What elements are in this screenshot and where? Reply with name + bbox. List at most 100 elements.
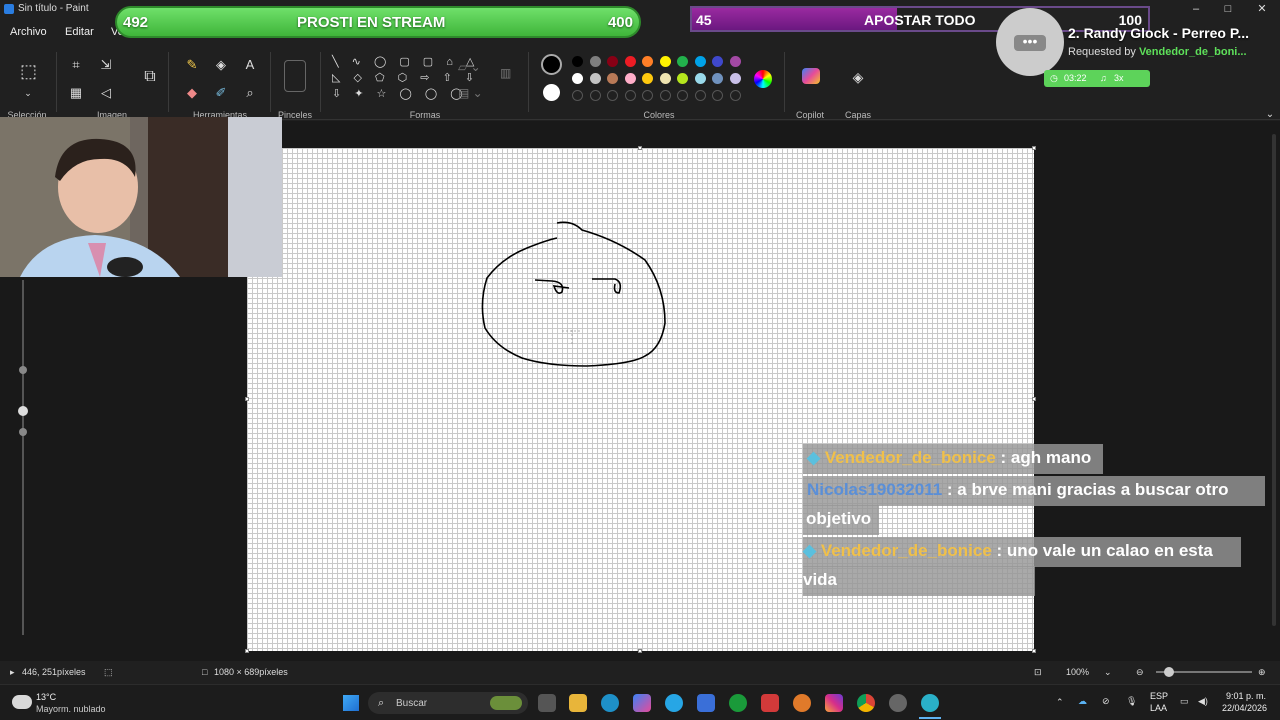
color-swatch[interactable] <box>624 56 636 67</box>
display-icon[interactable]: ▭ <box>1180 696 1189 707</box>
image-search-icon[interactable]: ⧉ <box>142 69 158 85</box>
resize-handle-right[interactable] <box>1032 397 1036 401</box>
volume-icon[interactable]: ◀) <box>1198 696 1208 707</box>
custom-color-slot[interactable] <box>572 90 583 101</box>
resize-handle-bottom-right[interactable] <box>1032 649 1036 653</box>
fit-screen-icon[interactable]: ⊡ <box>1034 667 1042 678</box>
custom-color-slot[interactable] <box>677 90 688 101</box>
shape-outline-icon[interactable]: ▱ ⌄ <box>458 60 481 74</box>
layers-icon[interactable]: ◈ <box>850 70 866 84</box>
shape-size-icon[interactable]: ▥ <box>500 66 511 80</box>
zoom-out-icon[interactable]: ⊖ <box>1136 667 1144 678</box>
zoom-in-icon[interactable]: ⊕ <box>1258 667 1266 678</box>
select-icon[interactable]: ⬚ <box>20 62 37 80</box>
language-code[interactable]: ESP <box>1150 691 1168 701</box>
resize-handle-bottom[interactable] <box>638 649 642 653</box>
color-swatch[interactable] <box>572 56 583 67</box>
color-swatch[interactable] <box>642 56 653 67</box>
color-swatch[interactable] <box>659 73 671 84</box>
clock-time[interactable]: 9:01 p. m. <box>1226 691 1266 701</box>
fill-icon[interactable]: ◈ <box>213 58 229 72</box>
magnifier-icon[interactable]: ⌕ <box>242 86 258 100</box>
chevron-down-icon[interactable]: ⌄ <box>1104 667 1112 678</box>
custom-color-slot[interactable] <box>729 90 741 101</box>
microphone-icon[interactable]: 🎙 <box>1126 696 1137 707</box>
rainbow-icon[interactable] <box>754 70 772 88</box>
color-swatch[interactable] <box>607 73 618 84</box>
color-swatch[interactable] <box>589 56 601 67</box>
obs-icon[interactable] <box>889 694 907 712</box>
divider <box>320 52 321 112</box>
rotate-icon[interactable]: ◁ <box>98 86 114 100</box>
chevron-down-icon[interactable]: ⌄ <box>20 86 36 100</box>
custom-color-slot[interactable] <box>589 90 601 101</box>
instagram-icon[interactable] <box>825 694 843 712</box>
network-off-icon[interactable]: ⊘ <box>1102 696 1110 707</box>
color-swatch[interactable] <box>589 73 601 84</box>
crop-icon[interactable]: ⌗ <box>68 58 84 72</box>
color-swatch[interactable] <box>729 56 741 67</box>
custom-color-slot[interactable] <box>624 90 636 101</box>
onedrive-icon[interactable]: ☁ <box>1078 696 1087 707</box>
chevron-up-icon[interactable]: ⌃ <box>1056 697 1064 708</box>
chat-separator: : <box>942 480 958 499</box>
search-box[interactable]: ⌕ Buscar <box>368 692 528 714</box>
file-explorer-icon[interactable] <box>569 694 587 712</box>
windows-start-icon[interactable] <box>343 695 359 711</box>
color-swatch[interactable] <box>642 73 653 84</box>
color-swatch[interactable] <box>712 56 723 67</box>
zoom-slider-thumb[interactable] <box>1164 667 1174 677</box>
menu-editar[interactable]: Editar <box>65 26 94 38</box>
brush-size-slider[interactable] <box>18 280 28 640</box>
task-view-icon[interactable] <box>538 694 556 712</box>
text-icon[interactable]: A <box>242 58 258 72</box>
slider-thumb[interactable] <box>19 366 27 374</box>
custom-color-slot[interactable] <box>694 90 706 101</box>
paint-taskbar-icon[interactable] <box>921 694 939 712</box>
clock-date[interactable]: 22/04/2026 <box>1222 703 1267 713</box>
edge-icon[interactable] <box>601 694 619 712</box>
resize-handle-left[interactable] <box>245 397 249 401</box>
winrar-icon[interactable] <box>761 694 779 712</box>
copilot-icon[interactable] <box>802 68 820 84</box>
color-swatch[interactable] <box>572 73 583 84</box>
color-swatch[interactable] <box>694 56 706 67</box>
resize-icon[interactable]: ⇲ <box>98 58 114 72</box>
color-swatch[interactable] <box>659 56 671 67</box>
color-swatch[interactable] <box>729 73 741 84</box>
color-swatch[interactable] <box>607 56 618 67</box>
brush-icon[interactable] <box>284 60 306 92</box>
color-picker-icon[interactable]: ✐ <box>213 86 229 100</box>
custom-color-slot[interactable] <box>712 90 723 101</box>
xbox-icon[interactable] <box>729 694 747 712</box>
copilot-taskbar-icon[interactable] <box>633 694 651 712</box>
shape-fill-icon[interactable]: ▤ ⌄ <box>458 86 483 100</box>
custom-color-slot[interactable] <box>659 90 671 101</box>
store-icon[interactable] <box>697 694 715 712</box>
secondary-color-swatch[interactable] <box>543 84 560 101</box>
custom-color-slot[interactable] <box>642 90 653 101</box>
image-bg-icon[interactable]: ▦ <box>68 86 84 100</box>
eraser-icon[interactable]: ◆ <box>184 86 200 100</box>
chevron-down-icon[interactable]: ⌄ <box>1262 108 1278 122</box>
zoom-level[interactable]: 100% <box>1066 667 1089 677</box>
app-icon[interactable] <box>793 694 811 712</box>
language-layout[interactable]: LAA <box>1150 703 1167 713</box>
chrome-icon[interactable] <box>857 694 875 712</box>
resize-handle-bottom-left[interactable] <box>245 649 249 653</box>
color-swatch[interactable] <box>694 73 706 84</box>
telegram-icon[interactable] <box>665 694 683 712</box>
pencil-icon[interactable]: ✎ <box>184 58 200 72</box>
primary-color-swatch[interactable] <box>541 54 562 75</box>
color-swatch[interactable] <box>712 73 723 84</box>
custom-color-slot[interactable] <box>607 90 618 101</box>
color-swatch[interactable] <box>624 73 636 84</box>
color-swatch[interactable] <box>677 56 688 67</box>
slider-thumb[interactable] <box>19 428 27 436</box>
resize-handle-top[interactable] <box>638 146 642 150</box>
menu-archivo[interactable]: Archivo <box>10 26 47 38</box>
shapes-gallery[interactable]: ╲ ∿ ◯ ▢ ▢ ⌂ △ ◺ ◇ ⬠ ⬡ ⇨ ⇧ ⇩ ⇩ ✦ ☆ ◯ ◯ ◯ <box>332 54 474 110</box>
resize-handle-top-right[interactable] <box>1032 146 1036 150</box>
weather-icon[interactable] <box>12 695 32 709</box>
color-swatch[interactable] <box>677 73 688 84</box>
